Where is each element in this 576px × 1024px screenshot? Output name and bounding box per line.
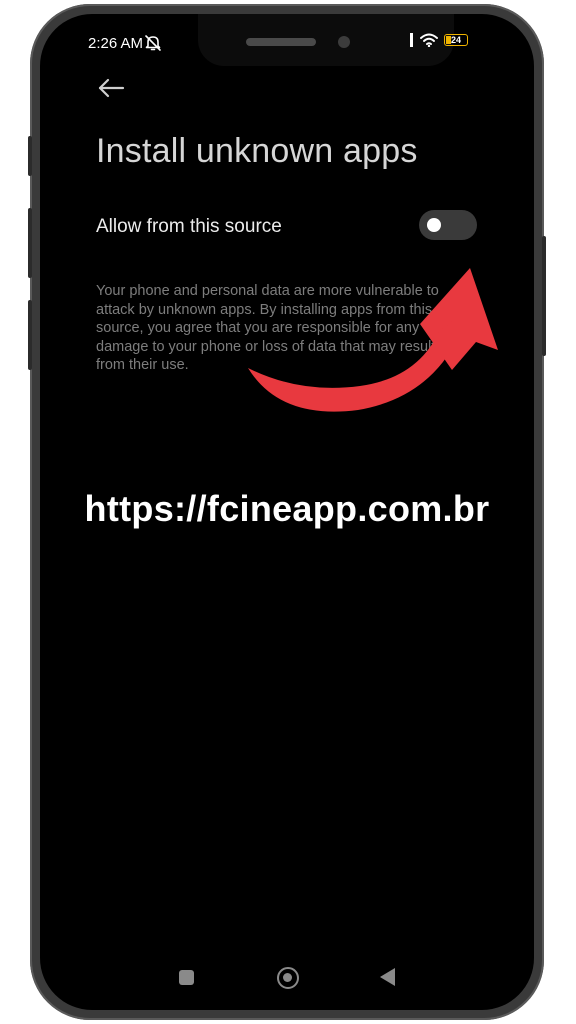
signal-icon [410, 33, 413, 47]
wifi-icon [420, 33, 438, 47]
back-arrow-icon[interactable] [96, 76, 126, 100]
navigation-bar [40, 960, 534, 996]
phone-side-button [28, 208, 32, 278]
front-camera [338, 36, 350, 48]
allow-source-setting[interactable]: Allow from this source [96, 210, 480, 244]
allow-source-toggle[interactable] [419, 210, 477, 240]
speaker-grille [246, 38, 316, 46]
status-time: 2:26 AM [88, 35, 144, 52]
website-url-banner: https://fcineapp.com.br [84, 488, 490, 529]
battery-level: 24 [450, 34, 461, 45]
phone-side-button [28, 300, 32, 370]
setting-label: Allow from this source [96, 216, 282, 237]
mute-icon [145, 35, 161, 51]
home-icon[interactable] [277, 967, 299, 989]
page-title: Install unknown apps [96, 132, 418, 170]
phone-side-button [28, 136, 32, 176]
phone-power-button [542, 236, 546, 356]
phone-screen: 2:26 AM 24 Install unknown apps Allow fr… [40, 14, 534, 1010]
recents-icon[interactable] [179, 970, 194, 985]
toggle-knob [427, 218, 441, 232]
curved-arrow-icon [248, 268, 498, 412]
battery-icon: 24 [444, 34, 468, 46]
status-icons: 24 [410, 33, 468, 47]
back-icon[interactable] [380, 968, 395, 986]
